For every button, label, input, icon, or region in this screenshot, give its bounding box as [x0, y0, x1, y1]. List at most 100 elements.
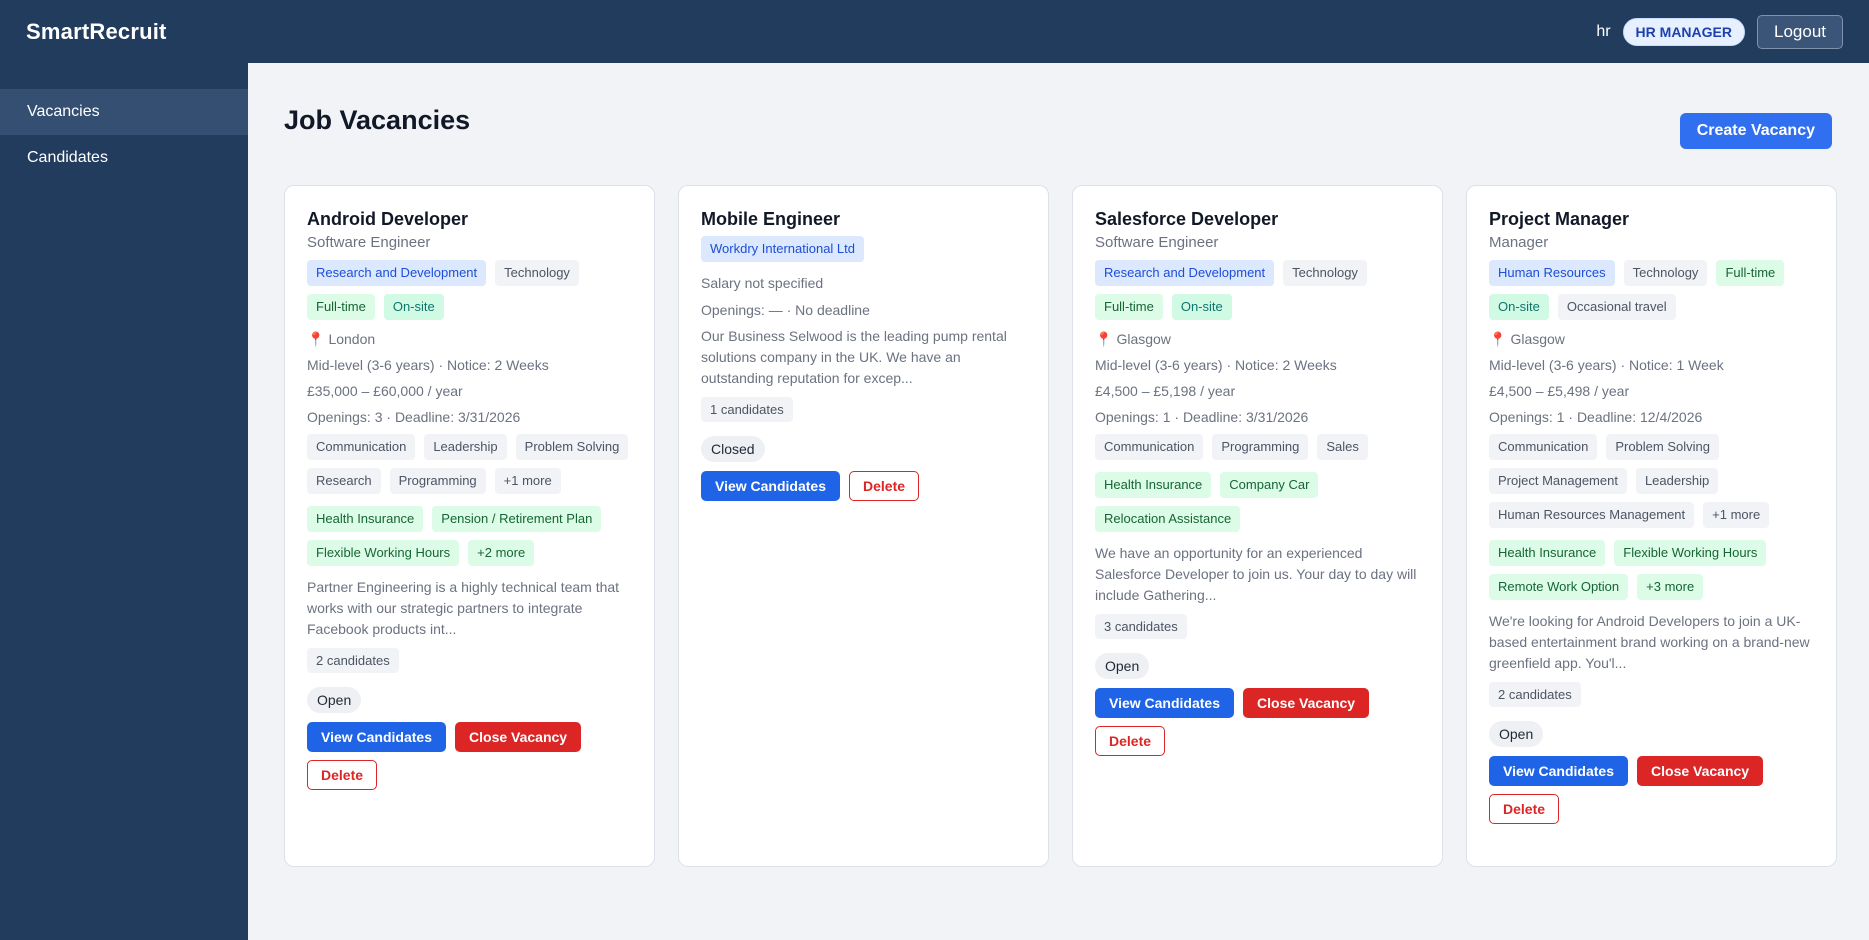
- card-actions: View Candidates Close Vacancy Delete: [307, 722, 632, 790]
- department-tags: Human Resources Technology Full-time On-…: [1489, 260, 1814, 320]
- benefit-tag: Flexible Working Hours: [307, 540, 460, 566]
- status-badge: Open: [1095, 653, 1150, 679]
- map-pin-icon: 📍: [307, 331, 325, 347]
- close-vacancy-button[interactable]: Close Vacancy: [1637, 756, 1764, 786]
- sidebar-item-vacancies[interactable]: Vacancies: [0, 89, 248, 135]
- department-tags: Research and Development Technology: [1095, 260, 1420, 286]
- card-actions: View Candidates Close Vacancy Delete: [1095, 688, 1420, 756]
- view-candidates-button[interactable]: View Candidates: [307, 722, 447, 752]
- skill-tags: Communication Problem Solving Project Ma…: [1489, 434, 1814, 528]
- brand-logo[interactable]: SmartRecruit: [26, 19, 167, 45]
- benefit-tag: Health Insurance: [1489, 540, 1606, 566]
- vacancy-openings: Openings: 1 · Deadline: 12/4/2026: [1489, 409, 1703, 425]
- delete-button[interactable]: Delete: [307, 760, 378, 790]
- employment-tag: Full-time: [1095, 294, 1163, 320]
- skill-tag: Sales: [1317, 434, 1368, 460]
- category-tag: Technology: [1283, 260, 1367, 286]
- vacancy-location: 📍 Glasgow: [1489, 330, 1814, 348]
- benefit-tags: Health Insurance Company Car Relocation …: [1095, 472, 1420, 532]
- benefit-tags: Health Insurance Pension / Retirement Pl…: [307, 506, 632, 566]
- vacancy-title: Salesforce Developer: [1095, 209, 1279, 229]
- location-text: London: [328, 331, 376, 347]
- candidate-count: 1 candidates: [701, 397, 793, 422]
- create-vacancy-button[interactable]: Create Vacancy: [1679, 113, 1832, 149]
- benefit-tags: Health Insurance Flexible Working Hours …: [1489, 540, 1814, 600]
- vacancy-list: Android Developer Software Engineer Rese…: [284, 185, 1837, 867]
- category-tag: Technology: [1623, 260, 1708, 286]
- delete-button[interactable]: Delete: [1489, 794, 1560, 824]
- more-benefits-tag: +2 more: [468, 540, 535, 566]
- view-candidates-button[interactable]: View Candidates: [1095, 688, 1235, 718]
- sidebar-item-candidates[interactable]: Candidates: [0, 135, 248, 181]
- department-tag: Human Resources: [1489, 260, 1615, 286]
- map-pin-icon: 📍: [1095, 331, 1113, 347]
- company-tag: Workdry International Ltd: [701, 236, 864, 262]
- vacancy-subtitle: Software Engineer: [307, 234, 431, 251]
- role-badge: HR MANAGER: [1622, 17, 1745, 46]
- vacancy-subtitle: Manager: [1489, 234, 1549, 251]
- skill-tag: Communication: [1489, 434, 1598, 460]
- benefit-tag: Relocation Assistance: [1095, 506, 1241, 532]
- more-skills-tag: +1 more: [494, 468, 561, 494]
- user-name: hr: [1596, 22, 1611, 40]
- benefit-tag: Company Car: [1220, 472, 1319, 498]
- vacancy-card: Salesforce Developer Software Engineer R…: [1072, 185, 1443, 867]
- status-badge: Open: [307, 687, 362, 713]
- travel-tag: Occasional travel: [1557, 294, 1676, 320]
- card-actions: View Candidates Close Vacancy Delete: [1489, 756, 1814, 824]
- close-vacancy-button[interactable]: Close Vacancy: [1243, 688, 1370, 718]
- more-benefits-tag: +3 more: [1637, 574, 1704, 600]
- employment-tag: Full-time: [307, 294, 375, 320]
- delete-button[interactable]: Delete: [1095, 726, 1166, 756]
- delete-button[interactable]: Delete: [849, 471, 920, 501]
- vacancy-card: Mobile Engineer Workdry International Lt…: [678, 185, 1049, 867]
- logout-button[interactable]: Logout: [1757, 14, 1843, 49]
- vacancy-description: We're looking for Android Developers to …: [1489, 613, 1810, 671]
- vacancy-card: Android Developer Software Engineer Rese…: [284, 185, 655, 867]
- skill-tag: Programming: [389, 468, 486, 494]
- sidebar: Vacancies Candidates: [0, 63, 248, 940]
- skill-tag: Leadership: [424, 434, 507, 460]
- user-area: hr HR MANAGER Logout: [1596, 14, 1843, 49]
- candidate-count: 3 candidates: [1095, 614, 1187, 639]
- vacancy-level: Mid-level (3-6 years) · Notice: 2 Weeks: [1095, 357, 1337, 373]
- status-badge: Open: [1489, 721, 1544, 747]
- vacancy-card: Project Manager Manager Human Resources …: [1466, 185, 1837, 867]
- location-text: Glasgow: [1116, 331, 1171, 347]
- vacancy-openings: Openings: — · No deadline: [701, 302, 870, 318]
- skill-tag: Problem Solving: [515, 434, 629, 460]
- skill-tag: Communication: [307, 434, 416, 460]
- vacancy-location: 📍 Glasgow: [1095, 330, 1420, 348]
- department-tag: Research and Development: [1095, 260, 1275, 286]
- employment-tag: Full-time: [1716, 260, 1785, 286]
- benefit-tag: Remote Work Option: [1489, 574, 1629, 600]
- vacancy-salary: £35,000 – £60,000 / year: [307, 383, 463, 399]
- skill-tag: Research: [307, 468, 381, 494]
- vacancy-title: Android Developer: [307, 209, 469, 229]
- map-pin-icon: 📍: [1489, 331, 1507, 347]
- close-vacancy-button[interactable]: Close Vacancy: [455, 722, 582, 752]
- employment-tags: Full-time On-site: [1095, 294, 1420, 320]
- candidate-count: 2 candidates: [1489, 682, 1581, 707]
- view-candidates-button[interactable]: View Candidates: [701, 471, 841, 501]
- vacancy-level: Mid-level (3-6 years) · Notice: 1 Week: [1489, 357, 1724, 373]
- location-text: Glasgow: [1510, 331, 1565, 347]
- vacancy-level: Mid-level (3-6 years) · Notice: 2 Weeks: [307, 357, 549, 373]
- workplace-tag: On-site: [1171, 294, 1232, 320]
- main-content: Job Vacancies Create Vacancy Android Dev…: [248, 63, 1869, 940]
- benefit-tag: Health Insurance: [1095, 472, 1212, 498]
- status-badge: Closed: [701, 436, 765, 462]
- candidate-count: 2 candidates: [307, 648, 399, 673]
- vacancy-salary: £4,500 – £5,198 / year: [1095, 383, 1236, 399]
- vacancy-location: 📍 London: [307, 330, 632, 348]
- vacancy-salary: Salary not specified: [701, 275, 824, 291]
- vacancy-title: Project Manager: [1489, 209, 1630, 229]
- employment-tags: Full-time On-site: [307, 294, 632, 320]
- vacancy-openings: Openings: 1 · Deadline: 3/31/2026: [1095, 409, 1309, 425]
- view-candidates-button[interactable]: View Candidates: [1489, 756, 1629, 786]
- skill-tag: Leadership: [1635, 468, 1719, 494]
- vacancy-description: Partner Engineering is a highly technica…: [307, 579, 620, 637]
- card-actions: View Candidates Delete: [701, 471, 1026, 501]
- workplace-tag: On-site: [383, 294, 444, 320]
- skill-tags: Communication Leadership Problem Solving…: [307, 434, 632, 494]
